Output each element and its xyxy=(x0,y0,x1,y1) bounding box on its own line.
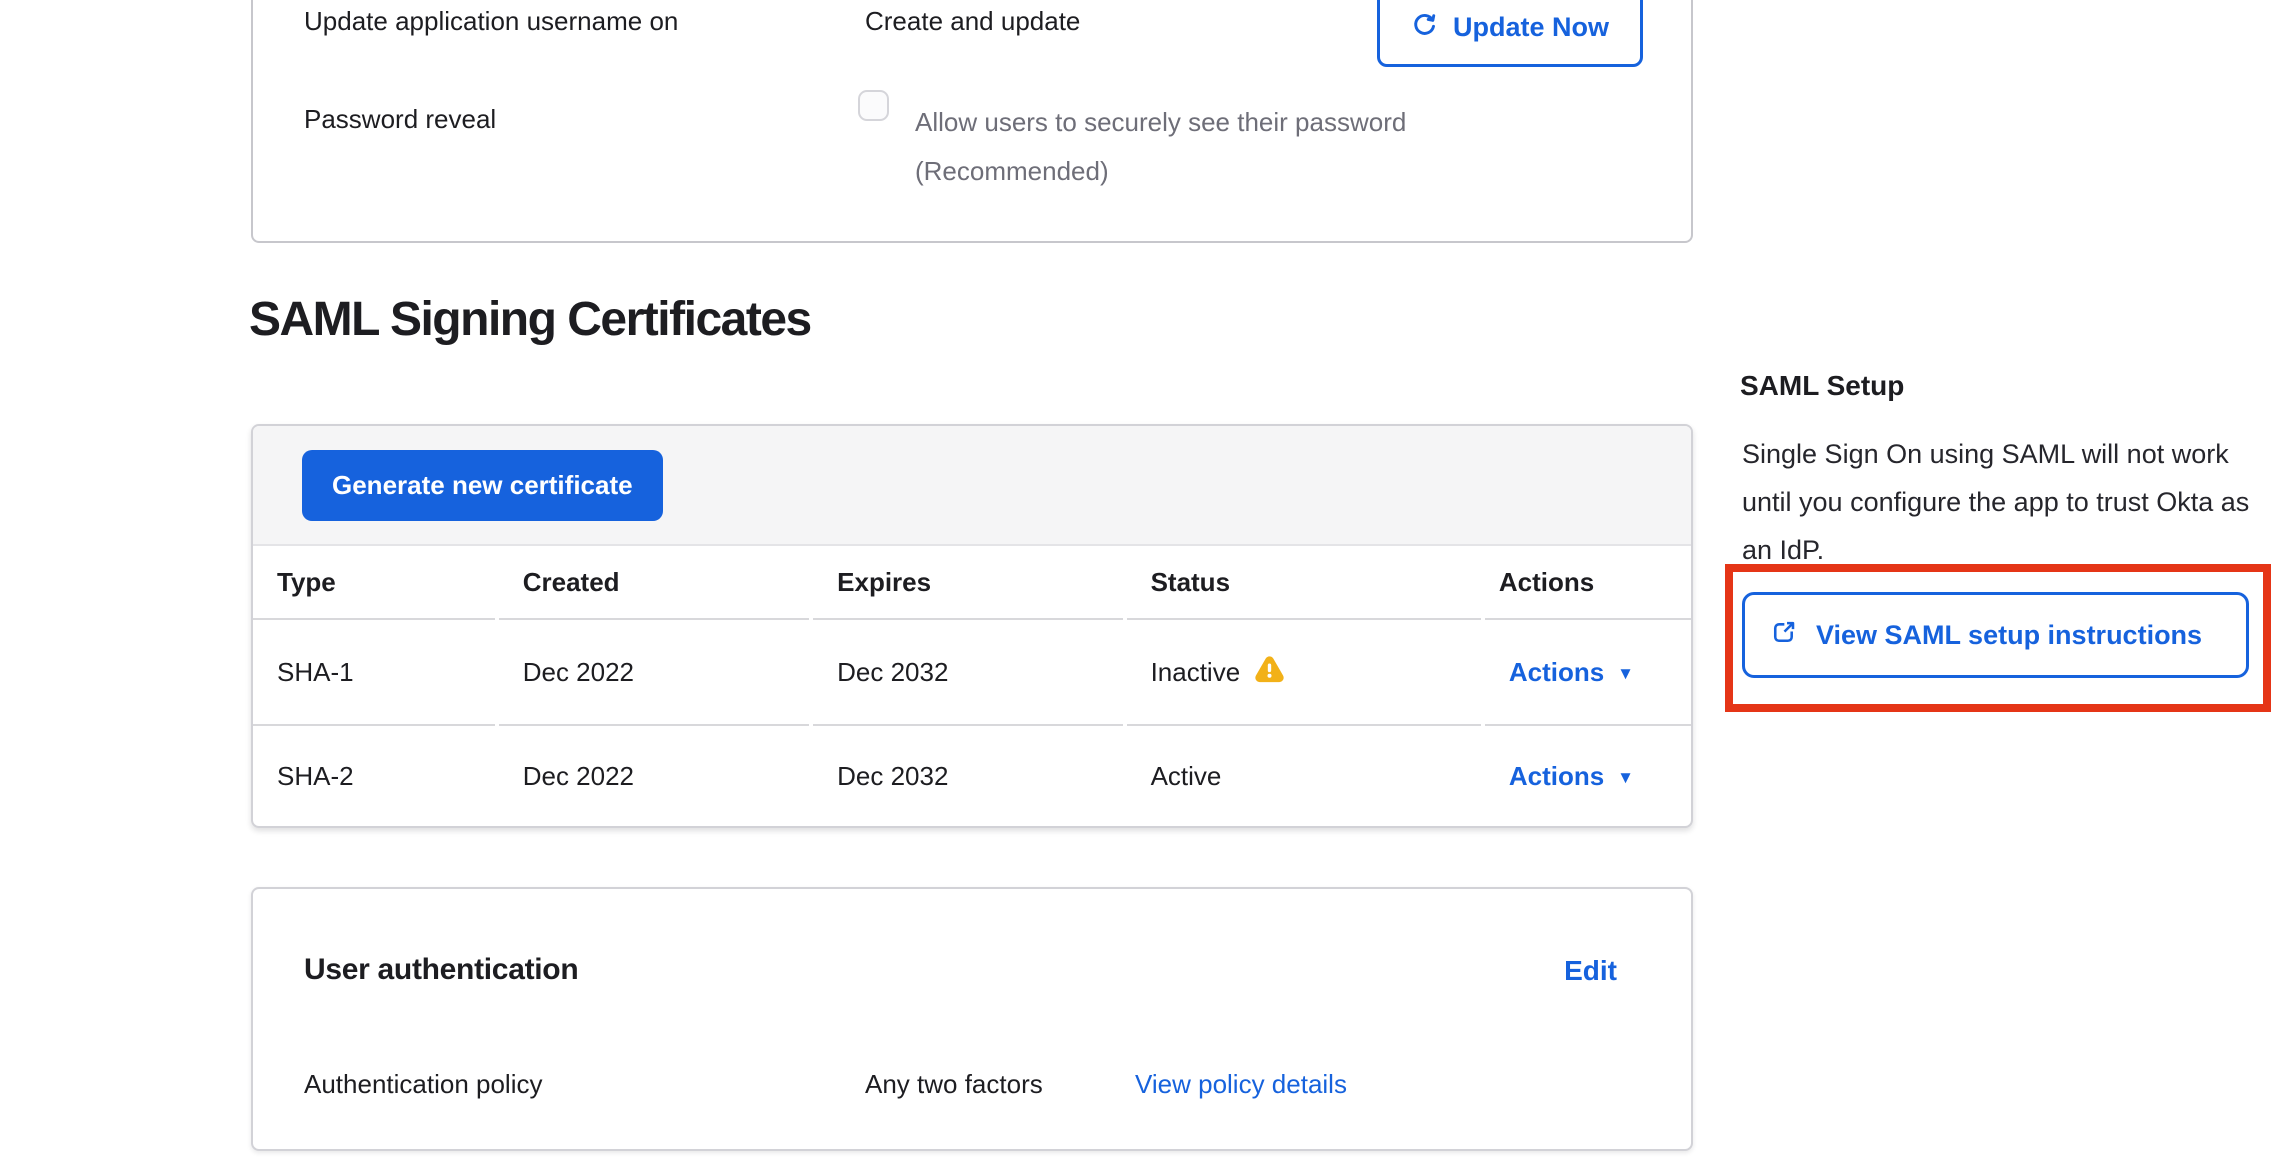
cert-expires: Dec 2032 xyxy=(813,726,1122,826)
policy-label: Authentication policy xyxy=(304,1069,542,1100)
refresh-icon xyxy=(1411,11,1438,45)
actions-dropdown[interactable]: Actions ▼ xyxy=(1509,657,1634,688)
policy-value: Any two factors xyxy=(865,1069,1043,1100)
cert-type: SHA-1 xyxy=(253,620,495,726)
user-authentication-card: User authentication Edit Authentication … xyxy=(251,887,1693,1151)
status-text: Active xyxy=(1151,761,1222,792)
actions-dropdown[interactable]: Actions ▼ xyxy=(1509,761,1634,792)
cert-created: Dec 2022 xyxy=(499,620,809,726)
chevron-down-icon: ▼ xyxy=(1617,665,1634,682)
warning-icon xyxy=(1254,653,1285,691)
certificates-toolbar: Generate new certificate xyxy=(253,426,1691,546)
generate-certificate-button[interactable]: Generate new certificate xyxy=(302,450,663,521)
username-update-value: Create and update xyxy=(865,6,1080,37)
sign-on-settings-card: Update application username on Create an… xyxy=(251,0,1693,243)
view-saml-setup-label: View SAML setup instructions xyxy=(1816,620,2202,651)
saml-certificates-card: Generate new certificate Type Created Ex… xyxy=(251,424,1693,828)
chevron-down-icon: ▼ xyxy=(1617,769,1634,786)
password-reveal-label: Password reveal xyxy=(304,104,496,135)
saml-setup-title: SAML Setup xyxy=(1740,370,1904,402)
external-link-icon xyxy=(1770,618,1798,653)
cert-created: Dec 2022 xyxy=(499,726,809,826)
col-header-expires: Expires xyxy=(813,546,1122,620)
certificates-table: Type Created Expires Status Actions SHA-… xyxy=(251,546,1693,826)
cert-status: Inactive xyxy=(1127,620,1481,726)
cert-actions: Actions ▼ xyxy=(1485,726,1691,826)
card-title: User authentication xyxy=(304,953,578,987)
view-policy-details-link[interactable]: View policy details xyxy=(1135,1069,1347,1100)
col-header-type: Type xyxy=(253,546,495,620)
edit-link[interactable]: Edit xyxy=(1564,955,1617,987)
col-header-status: Status xyxy=(1127,546,1481,620)
table-row: SHA-1 Dec 2022 Dec 2032 Inactive xyxy=(253,620,1691,726)
password-reveal-checkbox[interactable] xyxy=(858,90,889,121)
username-update-label: Update application username on xyxy=(304,6,678,37)
page-canvas: Update application username on Create an… xyxy=(0,0,2279,1158)
saml-setup-description: Single Sign On using SAML will not work … xyxy=(1742,430,2264,574)
password-reveal-description: Allow users to securely see their passwo… xyxy=(915,98,1481,196)
page-title: SAML Signing Certificates xyxy=(249,292,811,347)
update-now-button[interactable]: Update Now xyxy=(1377,0,1643,67)
status-text: Inactive xyxy=(1151,657,1241,688)
cert-type: SHA-2 xyxy=(253,726,495,826)
cert-actions: Actions ▼ xyxy=(1485,620,1691,726)
update-now-label: Update Now xyxy=(1453,12,1609,43)
cert-expires: Dec 2032 xyxy=(813,620,1122,726)
cert-status: Active xyxy=(1127,726,1481,826)
view-saml-setup-button[interactable]: View SAML setup instructions xyxy=(1742,592,2249,678)
table-header-row: Type Created Expires Status Actions xyxy=(253,546,1691,620)
col-header-created: Created xyxy=(499,546,809,620)
col-header-actions: Actions xyxy=(1485,546,1691,620)
table-row: SHA-2 Dec 2022 Dec 2032 Active Actions ▼ xyxy=(253,726,1691,826)
